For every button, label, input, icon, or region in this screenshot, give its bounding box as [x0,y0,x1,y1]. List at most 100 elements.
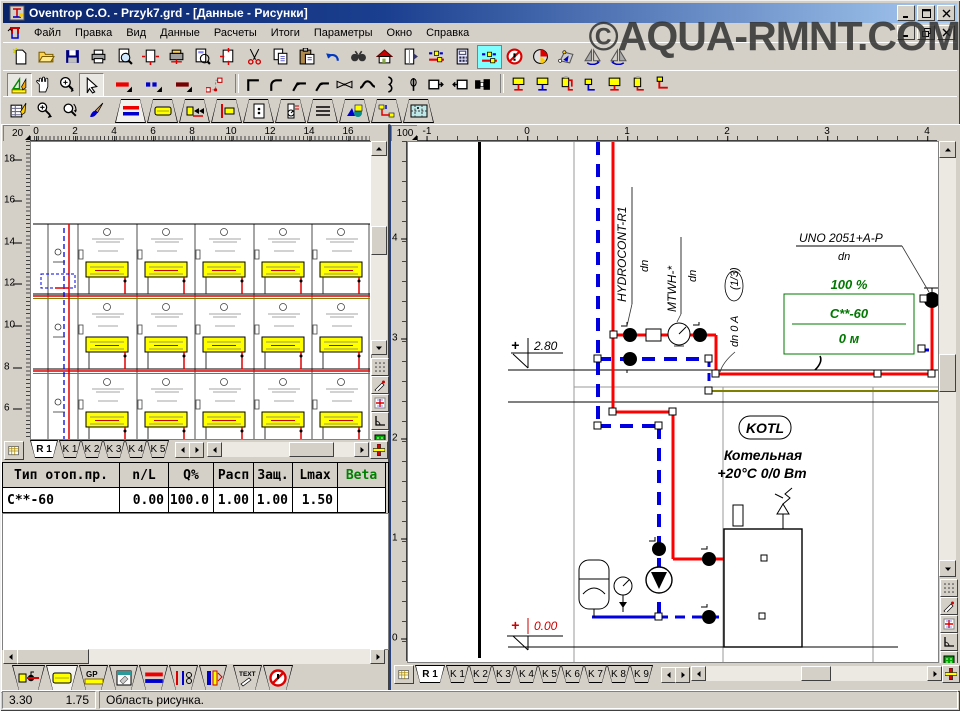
scroll-left-button[interactable] [3,649,18,664]
element-tab-valves[interactable] [12,665,45,691]
tab-k5[interactable]: K 5 [147,440,169,458]
dark-pipe-button[interactable] [173,73,196,95]
tab-r1[interactable]: R 1 [415,665,445,683]
cell-type[interactable]: C**-60 [3,488,120,513]
radiator-red-corner-button[interactable] [651,73,674,95]
radiator-blue-corner-button[interactable] [579,73,602,95]
find-button[interactable] [347,45,370,67]
category-tab-lines[interactable] [307,99,338,123]
undo-button[interactable] [321,45,344,67]
pipes-scheme-active-button[interactable] [477,45,502,69]
scroll-right-button[interactable] [354,442,369,457]
snap-grid-button[interactable] [940,579,958,597]
element-tab-manifold[interactable] [169,665,198,691]
brush-button[interactable] [85,99,108,121]
scroll-right-button[interactable] [927,666,942,681]
scroll-thumb[interactable] [801,666,831,681]
draw-line-button[interactable] [371,376,389,394]
scroll-thumb[interactable] [939,354,956,392]
category-tab-connections[interactable] [371,99,402,123]
tab-k4[interactable]: K 4 [125,440,147,458]
tab-scroll-left[interactable] [175,442,190,458]
boiler-scheme-canvas[interactable]: 100 % C**-60 0 м UNO 2051+A-P dn HYDROCO… [407,141,939,663]
scroll-left-button[interactable] [207,442,222,457]
offset-button[interactable] [356,73,379,95]
zoom-preview-button[interactable] [191,45,214,67]
red-grid-button[interactable] [371,394,389,412]
draw-tool-button[interactable] [7,73,32,97]
angle-snap-button[interactable] [371,412,389,430]
horizontal-scrollbar[interactable] [207,442,369,457]
coupling-button[interactable] [471,73,494,95]
print-preview-button[interactable] [113,45,136,67]
cell-zasch[interactable]: 1.00 [254,488,293,513]
category-tab-valves[interactable] [179,99,210,123]
menu-edit[interactable]: Правка [68,25,119,41]
scroll-right-button[interactable] [370,649,385,664]
element-tab-forbid[interactable] [263,665,293,691]
menu-data[interactable]: Данные [153,25,207,41]
edit-table-button[interactable] [7,99,30,121]
cell-rasp[interactable]: 1.00 [214,488,254,513]
calculator-button[interactable] [451,45,474,67]
cell-q[interactable]: 100.0 [169,488,214,513]
tab-k3[interactable]: K 3 [492,665,515,683]
horizontal-scrollbar[interactable] [691,666,942,681]
element-tab-radiators[interactable] [46,665,78,691]
maximize-button[interactable] [917,5,935,21]
child-minimize-button[interactable] [897,25,915,40]
category-tab-gauges[interactable] [275,99,306,123]
scroll-thumb[interactable] [371,226,387,255]
tab-r1[interactable]: R 1 [30,440,58,458]
return-pipe-button[interactable] [143,73,166,95]
element-tab-sheet[interactable] [109,665,138,691]
scroll-down-button[interactable] [371,340,387,355]
new-document-button[interactable] [9,45,32,67]
radiator-red-tee-button[interactable] [507,73,530,95]
print-marks-button[interactable] [165,45,188,67]
tab-k2[interactable]: K 2 [469,665,492,683]
tab-k6[interactable]: K 6 [561,665,584,683]
tab-k9[interactable]: K 9 [630,665,653,683]
scroll-left-button[interactable] [691,666,706,681]
elbow-45-button[interactable] [287,73,310,95]
sheet-list-button[interactable] [394,665,414,684]
polygon-button[interactable] [555,45,578,67]
close-cross-button[interactable] [942,665,960,683]
element-tab-gp[interactable]: GP [79,665,108,691]
elbow-button[interactable] [241,73,264,95]
close-cross-button[interactable] [370,441,388,459]
pan-button[interactable] [31,73,54,95]
sheet-list-button[interactable] [4,441,24,460]
tab-k1[interactable]: K 1 [59,440,81,458]
tab-k1[interactable]: K 1 [446,665,469,683]
element-tab-risers[interactable] [199,665,227,691]
air-vent-button[interactable] [402,73,425,95]
tab-k2[interactable]: K 2 [81,440,103,458]
scroll-thumb[interactable] [289,442,334,457]
red-grid-button[interactable] [940,615,958,633]
cell-nl[interactable]: 0.00 [120,488,169,513]
tab-k7[interactable]: K 7 [584,665,607,683]
pie-chart-button[interactable] [529,45,552,67]
scheme-canvas[interactable] [30,141,372,440]
tab-scroll-left[interactable] [661,667,676,683]
insert-right-button[interactable] [425,73,448,95]
forbid-button[interactable] [503,45,526,67]
vertical-scrollbar[interactable] [939,141,956,577]
open-button[interactable] [35,45,58,67]
reduction-button[interactable] [333,73,356,95]
cell-beta[interactable] [338,488,386,513]
page-arrows-button[interactable] [217,45,240,67]
menu-help[interactable]: Справка [419,25,476,41]
bracket-button[interactable] [379,73,402,95]
child-restore-button[interactable] [917,25,935,40]
flip-vertical-button[interactable] [607,45,630,67]
element-tab-text[interactable]: TEXT [233,665,262,691]
menu-parameters[interactable]: Параметры [307,25,380,41]
horizontal-scrollbar[interactable] [3,649,385,664]
save-button[interactable] [61,45,84,67]
radiator-red-elbow-button[interactable] [555,73,578,95]
category-tab-plan[interactable] [403,99,434,123]
page-setup-button[interactable] [139,45,162,67]
